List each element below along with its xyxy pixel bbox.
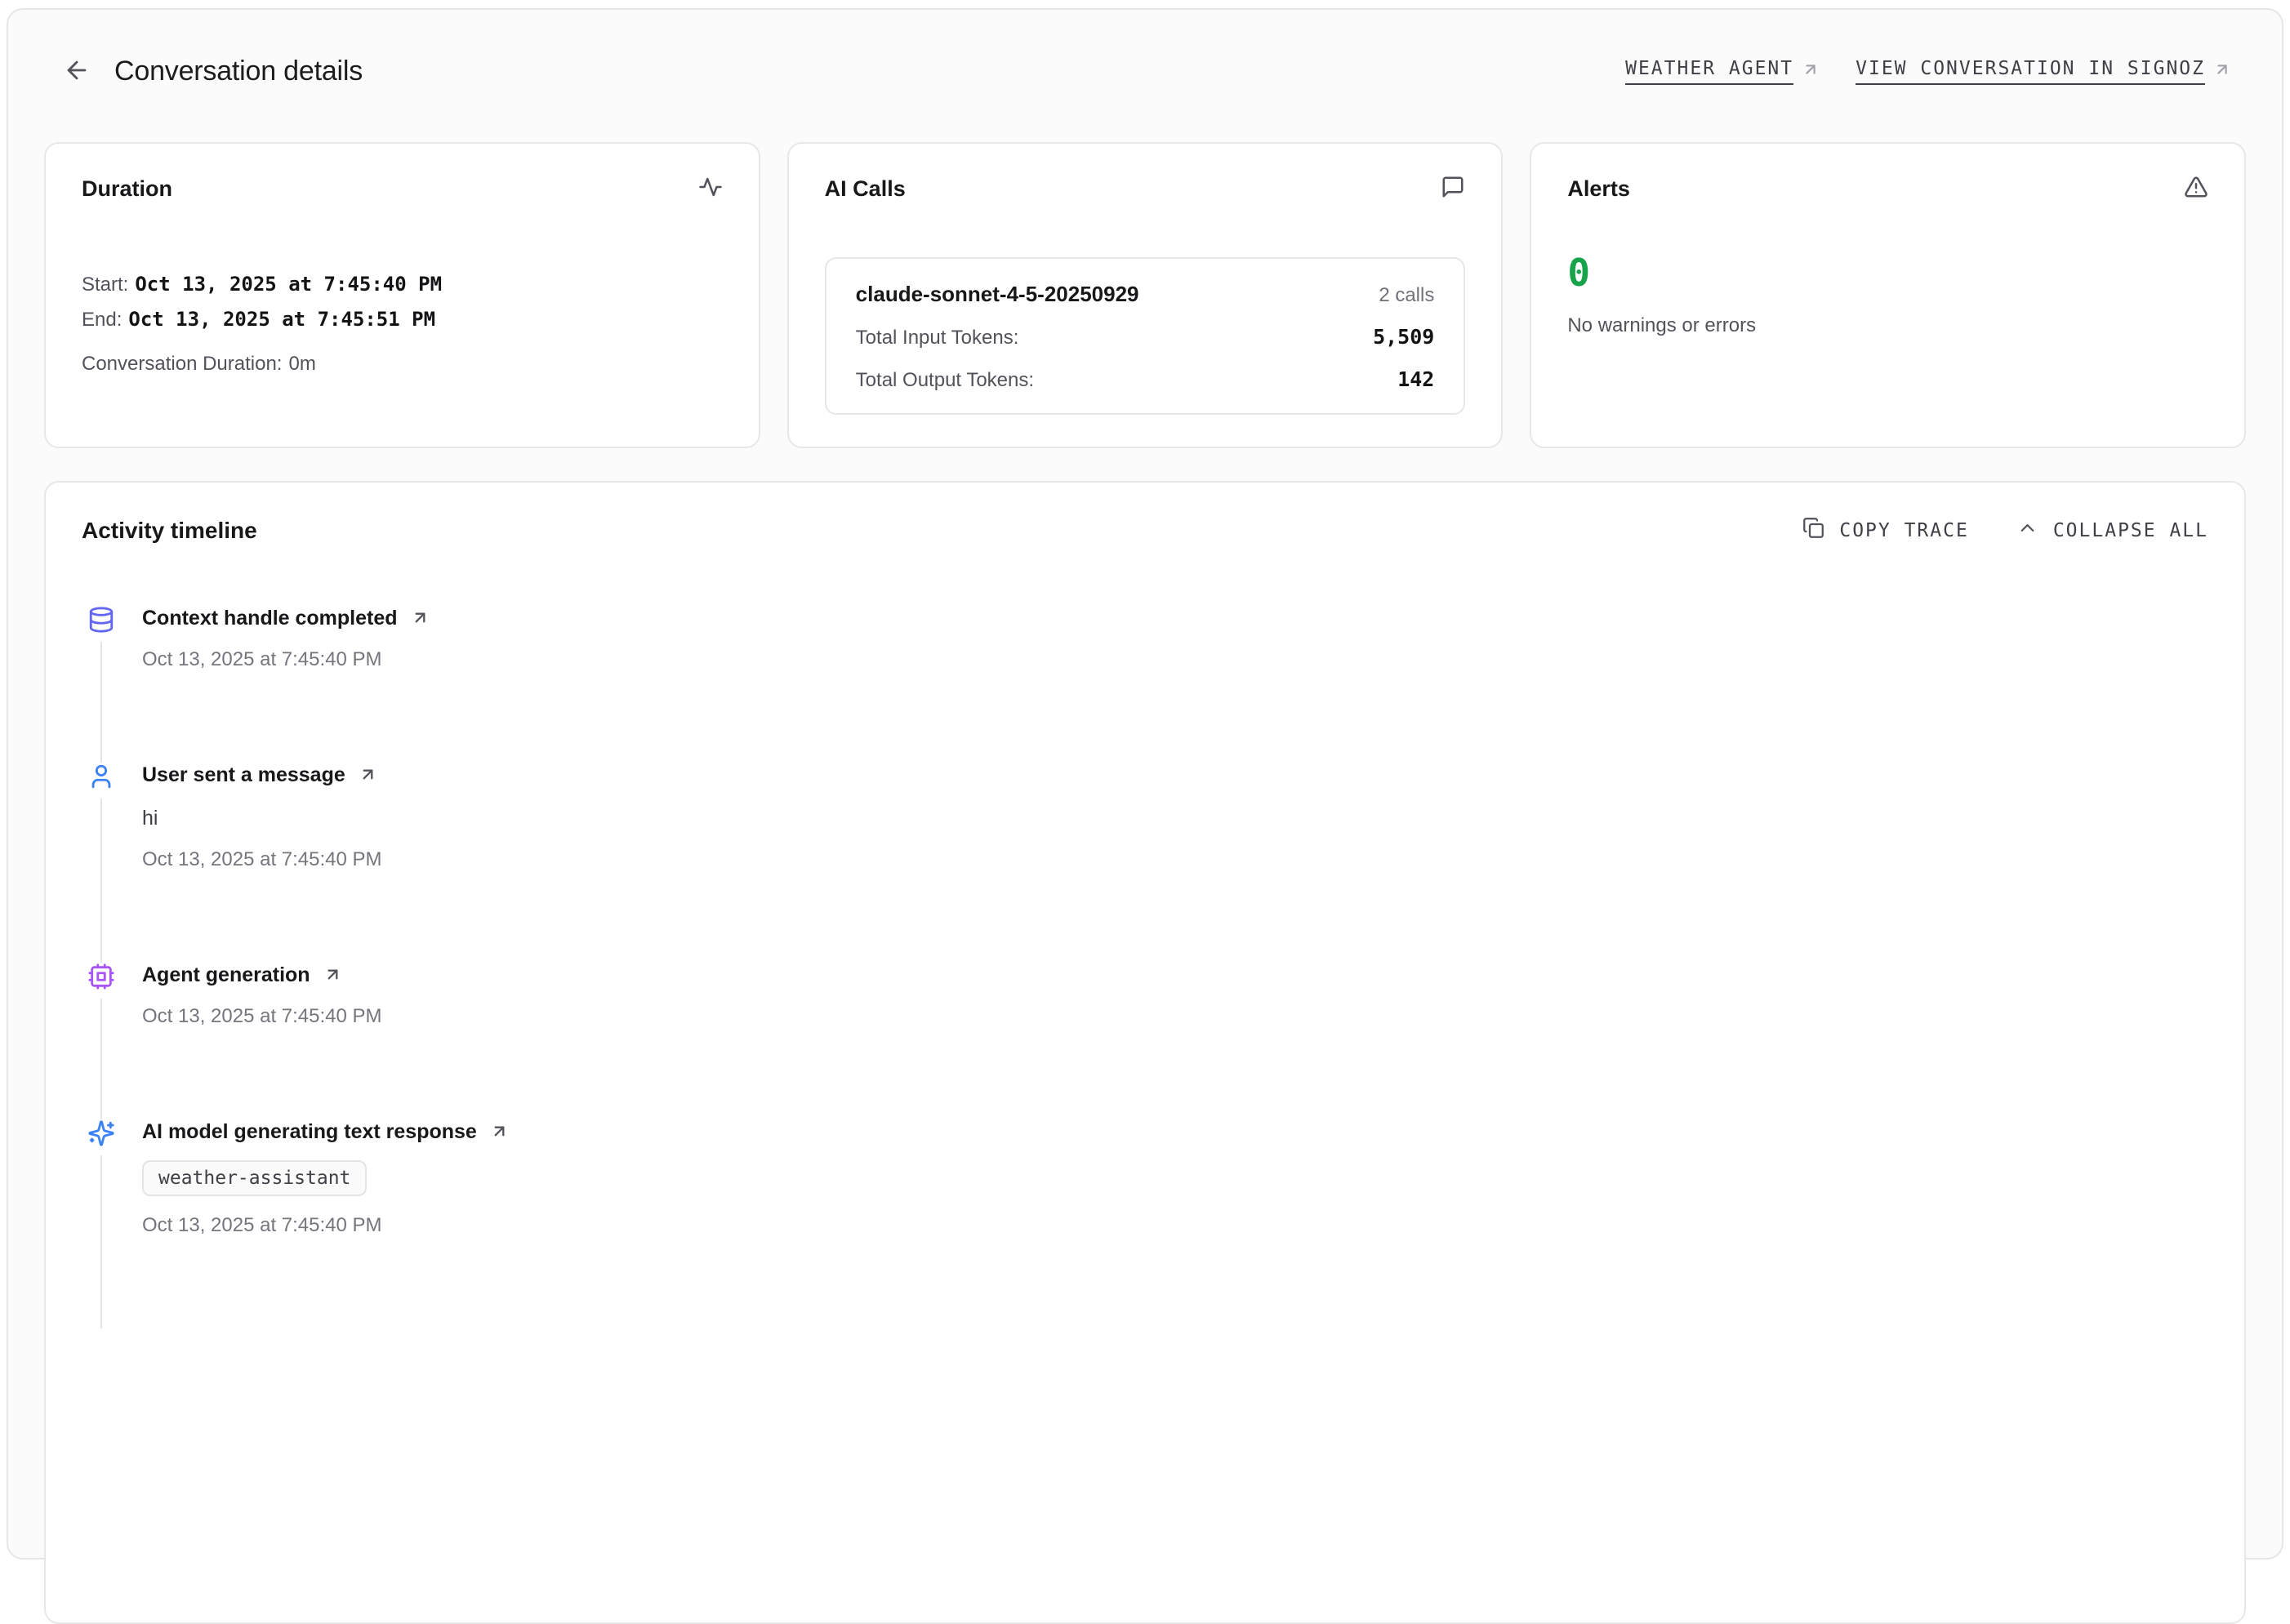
start-time-value: Oct 13, 2025 at 7:45:40 PM <box>135 273 442 296</box>
chevron-up-icon <box>2016 517 2038 544</box>
weather-agent-link[interactable]: WEATHER AGENT <box>1625 58 1820 85</box>
event-timestamp: Oct 13, 2025 at 7:45:40 PM <box>142 848 382 871</box>
event-timestamp: Oct 13, 2025 at 7:45:40 PM <box>142 1005 382 1028</box>
end-time-row: End:Oct 13, 2025 at 7:45:51 PM <box>82 302 723 337</box>
copy-icon <box>1802 517 1824 544</box>
back-button[interactable] <box>60 55 93 87</box>
event-timestamp: Oct 13, 2025 at 7:45:40 PM <box>142 648 430 671</box>
input-tokens-value: 5,509 <box>1373 325 1434 349</box>
timeline-connector <box>100 642 102 763</box>
ai-calls-card-title: AI Calls <box>825 176 906 202</box>
timeline-list: Context handle completed Oct 13, 2025 at… <box>82 606 2208 1328</box>
event-title: Agent generation <box>142 963 310 987</box>
database-icon <box>87 606 115 634</box>
sparkles-icon <box>87 1119 115 1147</box>
timeline-title: Activity timeline <box>82 518 257 544</box>
open-span-button[interactable] <box>323 965 342 986</box>
timeline-item: AI model generating text response weathe… <box>87 1119 2208 1328</box>
arrow-up-right-icon <box>490 1122 509 1143</box>
alerts-card: Alerts 0 No warnings or errors <box>1530 142 2246 448</box>
external-link-icon <box>1802 60 1820 82</box>
timeline-connector <box>100 1155 102 1328</box>
open-span-button[interactable] <box>359 765 377 786</box>
event-title: Context handle completed <box>142 607 398 630</box>
timeline-connector <box>100 799 102 963</box>
duration-card: Duration Start:Oct 13, 2025 at 7:45:40 P… <box>44 142 760 448</box>
model-name: claude-sonnet-4-5-20250929 <box>856 282 1139 307</box>
user-icon <box>87 763 115 790</box>
open-span-button[interactable] <box>411 608 430 630</box>
timeline-item: Agent generation Oct 13, 2025 at 7:45:40… <box>87 963 2208 1119</box>
end-time-value: Oct 13, 2025 at 7:45:51 PM <box>128 308 435 331</box>
alert-triangle-icon <box>2184 175 2208 203</box>
ai-calls-card: AI Calls claude-sonnet-4-5-20250929 2 ca… <box>787 142 1504 448</box>
event-badge: weather-assistant <box>142 1160 367 1196</box>
start-time-row: Start:Oct 13, 2025 at 7:45:40 PM <box>82 267 723 302</box>
event-body: hi <box>142 807 382 830</box>
message-square-icon <box>1441 175 1465 203</box>
alerts-count: 0 <box>1567 251 2208 295</box>
model-usage-card: claude-sonnet-4-5-20250929 2 calls Total… <box>825 257 1466 415</box>
arrow-up-right-icon <box>323 965 342 986</box>
header-links: WEATHER AGENT VIEW CONVERSATION IN SIGNO… <box>1625 58 2231 85</box>
collapse-all-button[interactable]: COLLAPSE ALL <box>2016 517 2208 544</box>
arrow-up-right-icon <box>359 765 377 786</box>
view-conversation-in-signoz-link[interactable]: VIEW CONVERSATION IN SIGNOZ <box>1856 58 2231 85</box>
duration-card-title: Duration <box>82 176 172 202</box>
timeline-connector <box>100 999 102 1119</box>
cpu-icon <box>87 963 115 990</box>
event-title: User sent a message <box>142 763 345 787</box>
external-link-icon <box>2213 60 2231 82</box>
copy-trace-button[interactable]: COPY TRACE <box>1802 517 1968 544</box>
open-span-button[interactable] <box>490 1122 509 1143</box>
event-timestamp: Oct 13, 2025 at 7:45:40 PM <box>142 1214 509 1237</box>
model-call-count: 2 calls <box>1379 284 1434 307</box>
conversation-duration-row: Conversation Duration:0m <box>82 347 723 381</box>
page-title: Conversation details <box>114 56 363 87</box>
main-panel: Conversation details WEATHER AGENT VIEW … <box>7 8 2283 1559</box>
timeline-item: User sent a message hi Oct 13, 2025 at 7… <box>87 763 2208 963</box>
input-tokens-row: Total Input Tokens: 5,509 <box>856 325 1435 349</box>
conversation-duration-value: 0m <box>288 353 315 375</box>
stat-cards-row: Duration Start:Oct 13, 2025 at 7:45:40 P… <box>44 142 2246 448</box>
arrow-left-icon <box>63 56 91 87</box>
output-tokens-row: Total Output Tokens: 142 <box>856 367 1435 392</box>
alerts-card-title: Alerts <box>1567 176 1630 202</box>
activity-icon <box>698 175 723 203</box>
activity-timeline-card: Activity timeline COPY TRACE COLLAPSE AL… <box>44 481 2246 1624</box>
arrow-up-right-icon <box>411 608 430 630</box>
page-header: Conversation details WEATHER AGENT VIEW … <box>44 44 2246 98</box>
timeline-item: Context handle completed Oct 13, 2025 at… <box>87 606 2208 763</box>
event-title: AI model generating text response <box>142 1120 477 1144</box>
output-tokens-value: 142 <box>1397 367 1434 391</box>
alerts-message: No warnings or errors <box>1567 314 2208 337</box>
